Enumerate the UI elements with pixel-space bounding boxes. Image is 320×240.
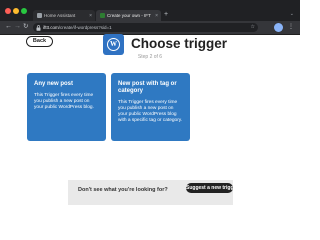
url-text: ifttt.com/create/if-wordpress?sid=1 (43, 25, 112, 31)
url-host: ifttt.com (43, 24, 59, 30)
new-tab-button[interactable]: + (164, 11, 168, 19)
address-bar[interactable]: ifttt.com/create/if-wordpress?sid=1 ☆ (33, 23, 258, 32)
trigger-card-title: New post with tag or category (118, 81, 177, 94)
trigger-card-description: This Trigger fires every time you publis… (118, 100, 183, 123)
tab-title: Home Assistant (44, 12, 76, 18)
tab-search-icon[interactable]: ⌄ (290, 11, 294, 17)
tab-close-icon[interactable]: × (89, 13, 92, 19)
home-assistant-favicon-icon (37, 13, 42, 18)
trigger-card-any-new-post[interactable]: Any new post This Trigger fires every ti… (27, 73, 106, 141)
wordpress-logo-icon: W (103, 34, 124, 55)
suggest-trigger-bar: Don't see what you're looking for? Sugge… (68, 180, 233, 205)
wordpress-logo-letter: W (107, 38, 120, 51)
browser-toolbar: ← → ↻ ifttt.com/create/if-wordpress?sid=… (0, 21, 300, 35)
suggest-trigger-text: Don't see what you're looking for? (78, 187, 168, 193)
browser-menu-icon[interactable]: ⋮ (288, 23, 294, 32)
maximize-window-button[interactable] (21, 8, 27, 14)
close-window-button[interactable] (5, 8, 11, 14)
reload-icon[interactable]: ↻ (23, 23, 28, 31)
trigger-card-description: This Trigger fires every time you publis… (34, 93, 94, 110)
profile-avatar[interactable] (274, 23, 283, 32)
url-path: /create/if-wordpress?sid=1 (58, 24, 112, 30)
lock-icon (36, 24, 41, 33)
ifttt-favicon-icon (100, 13, 105, 18)
tab-title: Create your own - IFTTT (107, 12, 151, 18)
suggest-trigger-button[interactable]: Suggest a new trigger (186, 183, 233, 193)
forward-arrow-icon[interactable]: → (14, 23, 21, 31)
browser-tab-bar: Home Assistant × Create your own - IFTTT… (0, 0, 300, 21)
bookmark-star-icon[interactable]: ☆ (251, 24, 255, 31)
browser-tab[interactable]: Home Assistant × (33, 10, 95, 21)
trigger-card-new-post-with-tag[interactable]: New post with tag or category This Trigg… (111, 73, 190, 141)
back-arrow-icon[interactable]: ← (5, 23, 12, 31)
step-indicator: Step 2 of 6 (137, 54, 163, 60)
back-button[interactable]: Back (26, 36, 53, 47)
tab-close-icon[interactable]: × (155, 13, 158, 19)
minimize-window-button[interactable] (13, 8, 19, 14)
trigger-card-title: Any new post (34, 81, 74, 87)
page-title: Choose trigger (131, 36, 228, 51)
browser-tab-active[interactable]: Create your own - IFTTT × (96, 10, 161, 21)
